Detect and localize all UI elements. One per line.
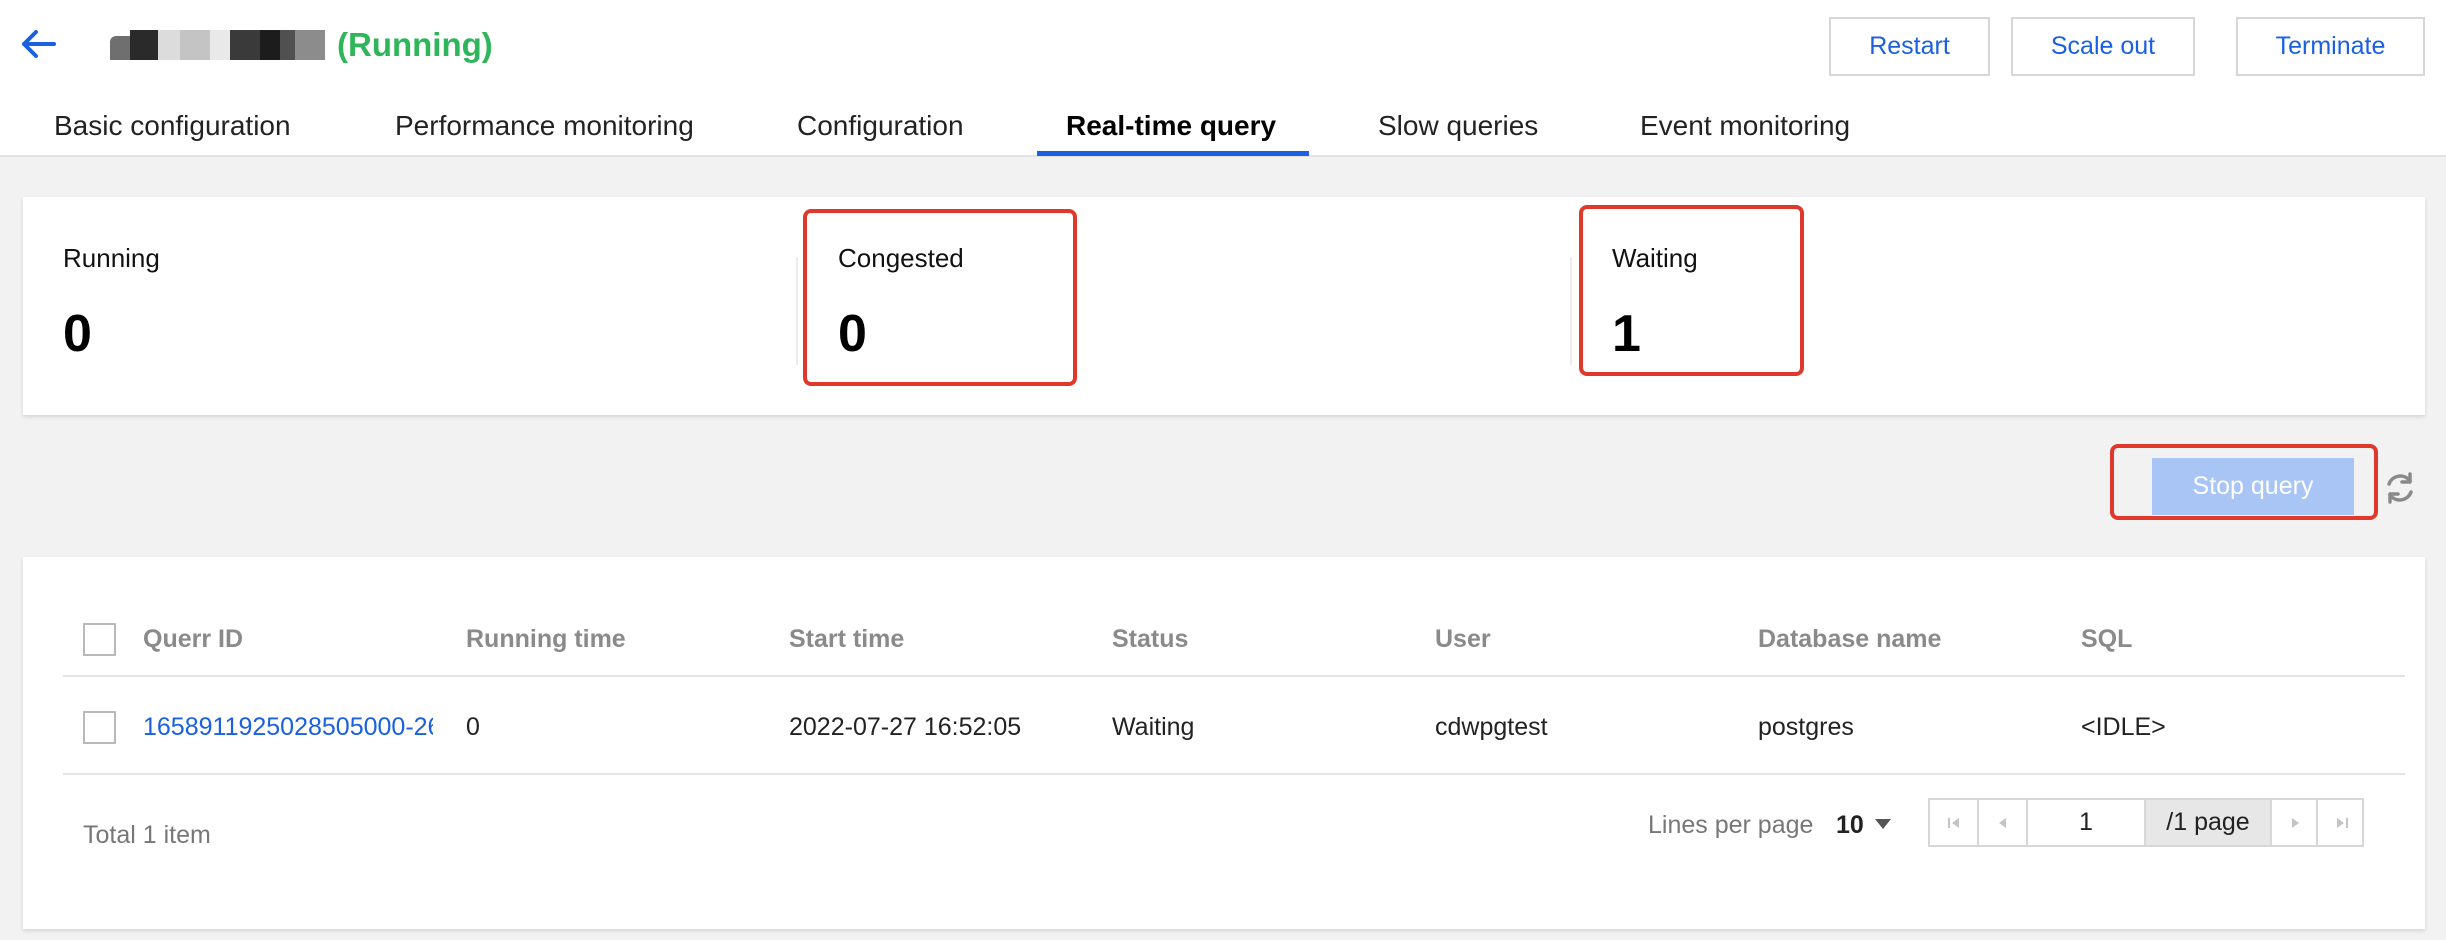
lines-per-page-label: Lines per page [1648,811,1814,839]
column-header-status[interactable]: Status [1112,623,1188,655]
restart-button[interactable]: Restart [1829,17,1990,76]
tab-performance-monitoring[interactable]: Performance monitoring [395,108,694,144]
tab-event-monitoring[interactable]: Event monitoring [1640,108,1850,144]
active-tab-indicator [1037,151,1309,156]
column-header-user[interactable]: User [1435,623,1491,655]
scale-out-button[interactable]: Scale out [2011,17,2195,76]
cell-start-time: 2022-07-27 16:52:05 [789,713,1022,741]
row-checkbox[interactable] [83,711,116,744]
highlight-box-congested [803,209,1077,386]
cell-sql: <IDLE> [2081,713,2166,741]
header-divider [63,675,2405,677]
instance-name-redacted [110,30,325,60]
column-header-start-time[interactable]: Start time [789,623,904,655]
pagination: /1 page [1928,798,2364,847]
tab-slow-queries[interactable]: Slow queries [1378,108,1538,144]
stat-label: Running [63,243,160,273]
cell-user: cdwpgtest [1435,713,1548,741]
tab-basic-configuration[interactable]: Basic configuration [54,108,291,144]
stat-running: Running 0 [23,197,796,415]
terminate-button[interactable]: Terminate [2236,17,2425,76]
row-divider [63,773,2405,775]
next-page-button[interactable] [2272,800,2320,845]
query-id-link[interactable]: 1658911925028505000-26 [143,711,433,743]
page-number-input[interactable] [2026,800,2146,845]
query-stats-card: Running 0 Congested 0 Waiting 1 [23,197,2425,415]
stop-query-button[interactable]: Stop query [2152,458,2354,515]
select-all-checkbox[interactable] [83,623,116,656]
column-header-sql[interactable]: SQL [2081,623,2132,655]
refresh-icon[interactable] [2383,471,2417,505]
cell-running-time: 0 [466,713,480,741]
instance-status: (Running) [337,26,493,63]
next-page-icon [2292,817,2299,828]
back-arrow-icon[interactable] [18,24,60,64]
tab-configuration[interactable]: Configuration [797,108,964,144]
column-header-query-id[interactable]: Querr ID [143,623,243,655]
total-count: Total 1 item [83,821,211,849]
page-header: (Running) Restart Scale out Terminate Ba… [0,0,2446,157]
first-page-button[interactable] [1930,800,1978,845]
column-header-running-time[interactable]: Running time [466,623,626,655]
last-page-icon [2337,817,2348,828]
page-total: /1 page [2146,800,2270,845]
first-page-icon [1948,817,1959,828]
highlight-box-waiting [1579,205,1804,376]
query-table-card: Querr ID Running time Start time Status … [23,557,2425,929]
tab-real-time-query[interactable]: Real-time query [1066,108,1276,144]
lines-per-page-select[interactable]: 10 [1836,809,1864,841]
prev-page-icon [1999,817,2006,828]
last-page-button[interactable] [2318,800,2366,845]
stat-value: 0 [63,305,92,363]
cell-database-name: postgres [1758,713,1854,741]
chevron-down-icon[interactable] [1875,819,1891,829]
prev-page-button[interactable] [1978,800,2026,845]
column-header-database-name[interactable]: Database name [1758,623,1941,655]
cell-status: Waiting [1112,713,1195,741]
